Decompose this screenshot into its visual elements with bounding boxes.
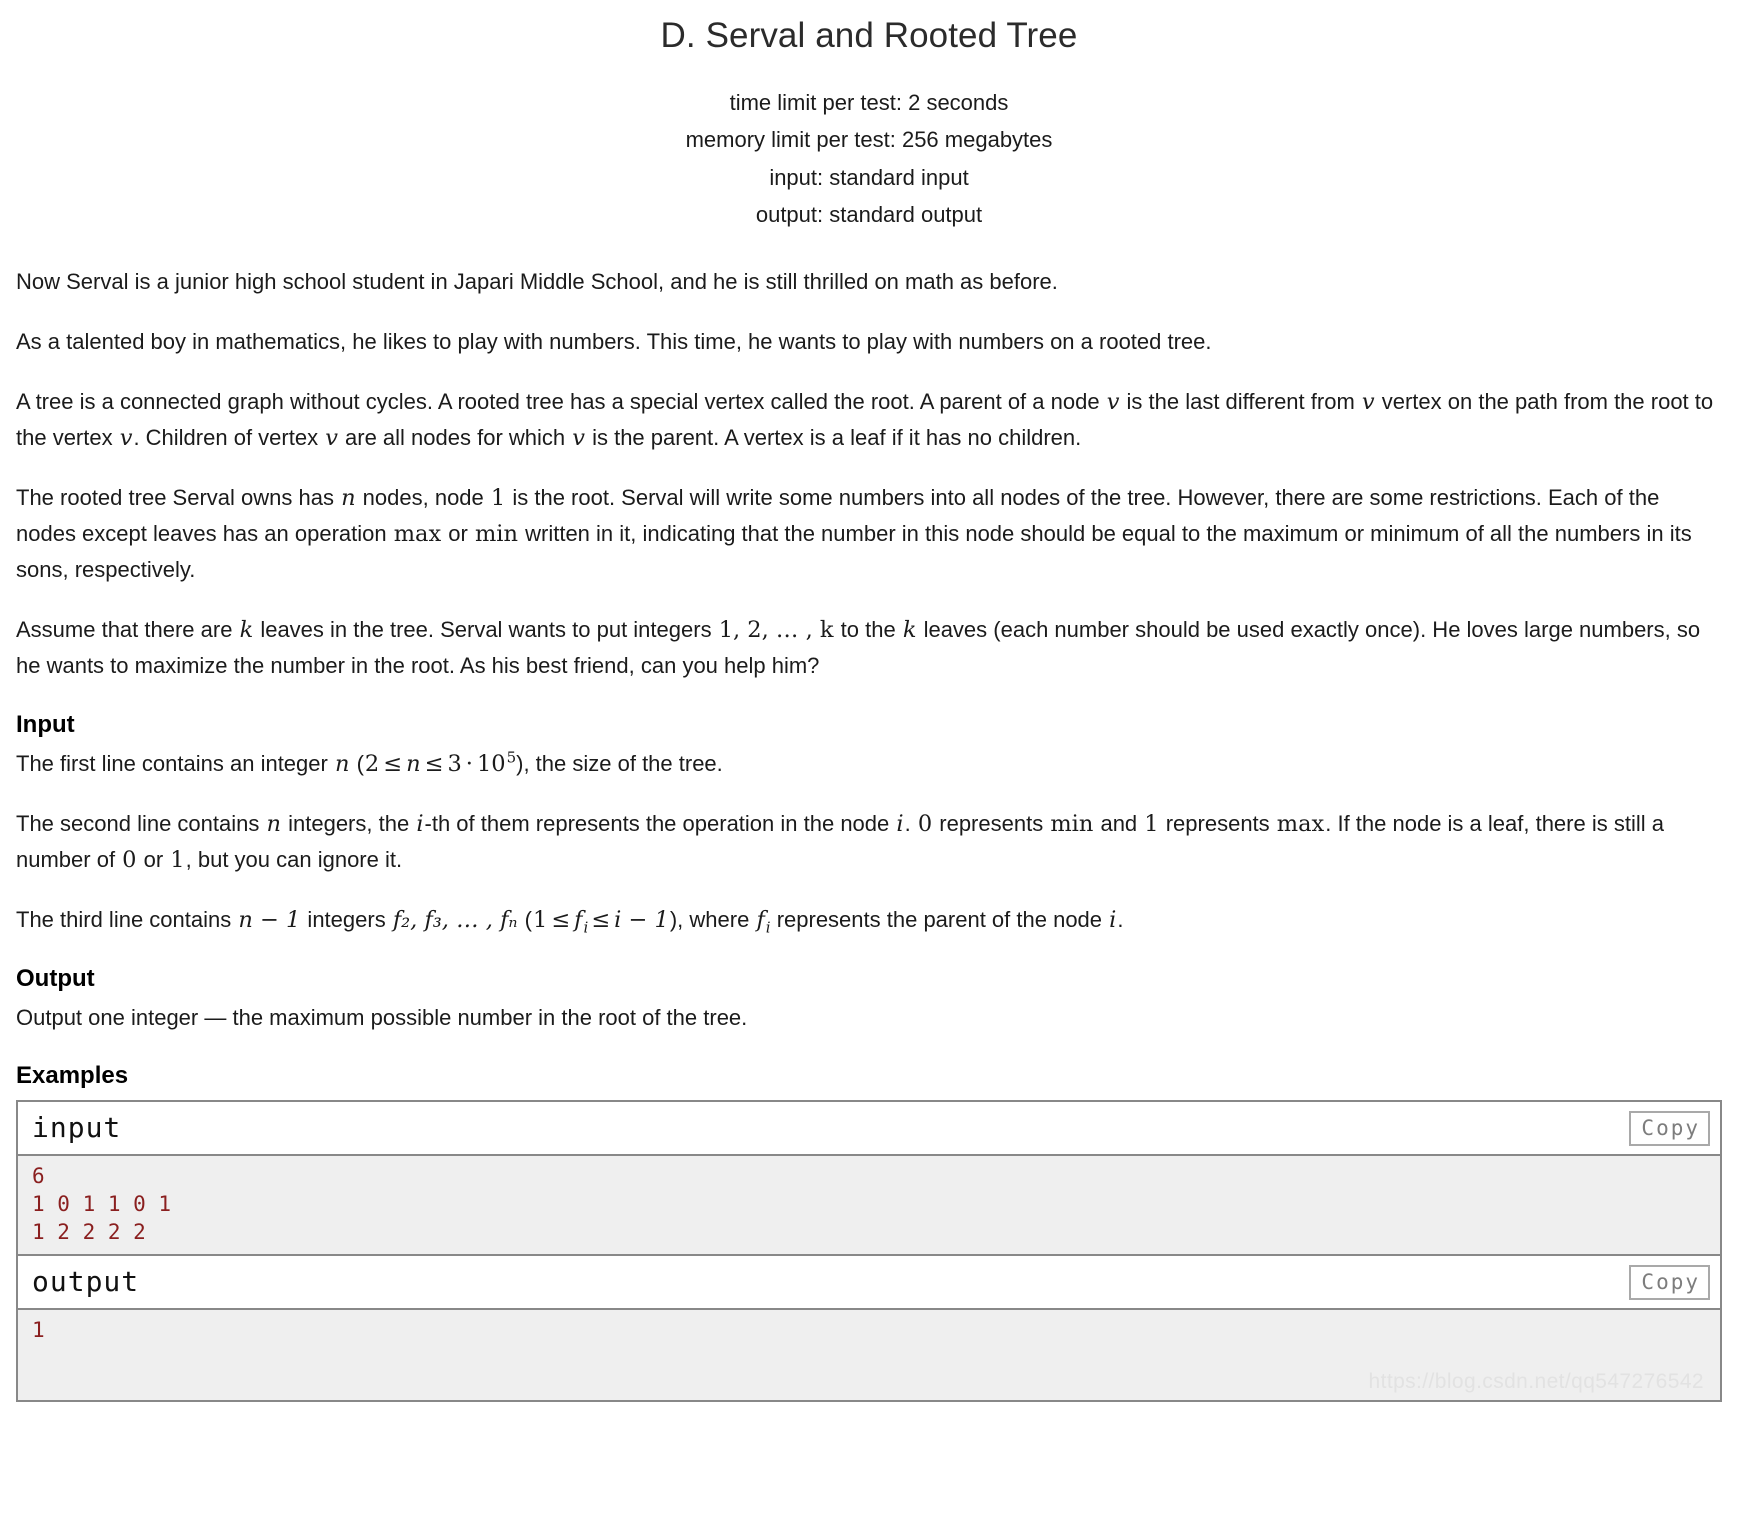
watermark: https://blog.csdn.net/qq547276542	[1368, 1369, 1704, 1393]
input-section-heading: Input	[16, 710, 75, 738]
math-var-v: v	[1106, 388, 1120, 415]
math-rel-le: ≤	[591, 906, 611, 933]
text-fragment: .	[1117, 906, 1124, 932]
text-fragment: represents	[933, 810, 1050, 836]
statement-paragraph-4: The rooted tree Serval owns has n nodes,…	[16, 480, 1722, 588]
math-op-dot: ·	[465, 750, 473, 777]
math-num-1: 1	[170, 846, 185, 873]
math-var-k: k	[902, 616, 917, 643]
math-var-n: n	[334, 750, 350, 777]
input-header-row: input Copy	[18, 1101, 1720, 1156]
math-rel-le: ≤	[551, 906, 571, 933]
problem-header: D. Serval and Rooted Tree time limit per…	[0, 0, 1738, 234]
math-var-i: i	[1109, 906, 1117, 933]
problem-statement: Now Serval is a junior high school stude…	[0, 264, 1738, 1036]
text-fragment: The rooted tree Serval owns has	[16, 484, 341, 510]
math-op-min: min	[1050, 810, 1094, 837]
copy-output-button[interactable]: Copy	[1629, 1264, 1710, 1300]
text-fragment: integers	[301, 906, 392, 932]
math-var-n: n	[406, 750, 421, 777]
math-num-0: 0	[917, 810, 933, 837]
text-fragment: represents the parent of the node	[770, 906, 1109, 932]
text-fragment: is the parent. A vertex is a leaf if it …	[585, 424, 1082, 450]
text-fragment: The first line contains an integer	[16, 750, 334, 776]
math-var-n: n	[341, 484, 356, 511]
text-fragment: Assume that there are	[16, 616, 239, 642]
text-fragment: to the	[834, 616, 902, 642]
text-fragment: The second line contains	[16, 810, 266, 836]
output-header-row: output Copy	[18, 1255, 1720, 1310]
text-fragment: -th of them represents the operation in …	[424, 810, 896, 836]
math-var-v: v	[119, 424, 133, 451]
text-fragment: ), where	[669, 906, 756, 932]
text-fragment: .	[904, 810, 917, 836]
math-num-3: 3	[447, 750, 462, 777]
math-expr-n-minus-1: n − 1	[238, 906, 301, 933]
sample-test: input Copy 6 1 0 1 1 0 1 1 2 2 2 2 outpu…	[16, 1099, 1722, 1402]
output-description: Output one integer — the maximum possibl…	[16, 1004, 748, 1030]
text-fragment: , but you can ignore it.	[185, 846, 403, 872]
input-spec: input: standard input	[769, 164, 969, 190]
text-fragment: represents	[1159, 810, 1276, 836]
statement-paragraph-5: Assume that there are k leaves in the tr…	[16, 612, 1722, 684]
math-var-v: v	[572, 424, 585, 451]
output-label: output	[32, 1264, 140, 1298]
text-fragment: or	[442, 520, 474, 546]
text-fragment: or	[137, 846, 170, 872]
math-f-list: f₂, f₃, … , fₙ	[392, 906, 518, 933]
output-section-heading: Output	[16, 964, 95, 992]
input-line-2: The second line contains n integers, the…	[16, 806, 1722, 878]
input-label: input	[32, 1110, 122, 1144]
math-expr-i-minus-1: i − 1	[614, 906, 669, 933]
math-var-f: f	[756, 906, 765, 933]
math-num-10: 10	[476, 750, 506, 777]
math-var-v: v	[325, 424, 338, 451]
math-var-i: i	[896, 810, 904, 837]
math-num-1: 1	[532, 906, 548, 933]
text-fragment: are all nodes for which	[338, 424, 572, 450]
math-rel-le: ≤	[383, 750, 403, 777]
math-var-n: n	[266, 810, 282, 837]
math-var-v: v	[1361, 388, 1375, 415]
text-fragment: nodes, node	[356, 484, 490, 510]
input-data: 6 1 0 1 1 0 1 1 2 2 2 2	[18, 1155, 1720, 1256]
text-fragment: integers, the	[282, 810, 416, 836]
text-fragment: . Children of vertex	[133, 424, 325, 450]
math-op-min: min	[474, 520, 518, 547]
math-num-2: 2	[364, 750, 380, 777]
math-var-i: i	[416, 810, 424, 837]
examples-section: Examples input Copy 6 1 0 1 1 0 1 1 2 2 …	[0, 1060, 1738, 1402]
math-exponent: 5	[506, 748, 517, 767]
input-line-3: The third line contains n − 1 integers f…	[16, 902, 1722, 938]
page-title: D. Serval and Rooted Tree	[660, 16, 1078, 55]
math-var-k: k	[239, 616, 254, 643]
memory-limit: memory limit per test: 256 megabytes	[685, 127, 1053, 153]
problem-page: D. Serval and Rooted Tree time limit per…	[0, 0, 1738, 1402]
math-var-f: f	[574, 906, 583, 933]
text-fragment: ), the size of the tree.	[516, 750, 723, 776]
math-rel-le: ≤	[424, 750, 444, 777]
statement-paragraph-3: A tree is a connected graph without cycl…	[16, 384, 1722, 456]
text-fragment: (	[350, 750, 364, 776]
output-spec: output: standard output	[755, 202, 983, 228]
text-fragment: is the last different from	[1120, 388, 1361, 414]
math-op-max: max	[1276, 810, 1325, 837]
input-line-1: The first line contains an integer n (2 ≤…	[16, 746, 1722, 782]
math-sequence: 1, 2, … , k	[718, 616, 834, 643]
text-fragment: leaves in the tree. Serval wants to put …	[254, 616, 718, 642]
text-fragment: A tree is a connected graph without cycl…	[16, 388, 1106, 414]
statement-paragraph-1: Now Serval is a junior high school stude…	[16, 268, 1058, 294]
text-fragment: (	[518, 906, 532, 932]
examples-heading: Examples	[16, 1061, 129, 1089]
time-limit: time limit per test: 2 seconds	[729, 89, 1009, 115]
statement-paragraph-2: As a talented boy in mathematics, he lik…	[16, 328, 1212, 354]
copy-input-button[interactable]: Copy	[1629, 1110, 1710, 1146]
text-fragment: and	[1094, 810, 1144, 836]
math-num-1: 1	[1144, 810, 1159, 837]
math-num-1: 1	[490, 484, 506, 511]
math-op-max: max	[393, 520, 442, 547]
math-num-0: 0	[122, 846, 137, 873]
text-fragment: The third line contains	[16, 906, 238, 932]
